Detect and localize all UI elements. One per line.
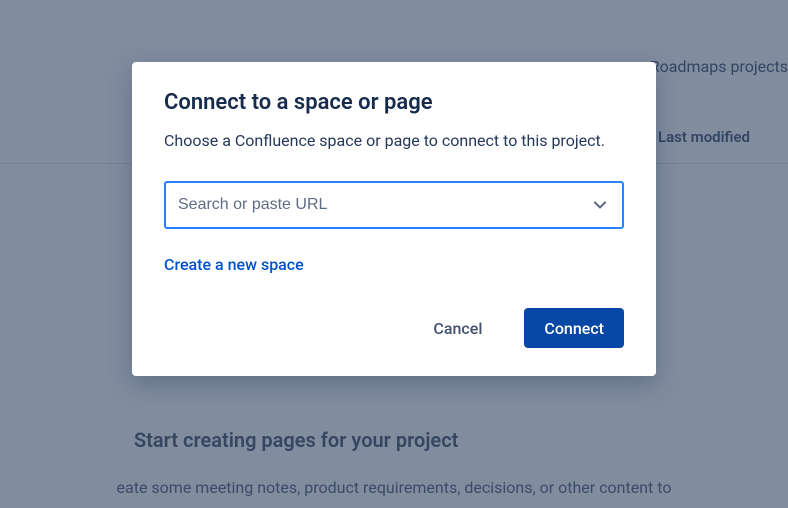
space-search-input[interactable] (178, 196, 590, 214)
connect-button[interactable]: Connect (524, 308, 624, 348)
connect-modal: Connect to a space or page Choose a Conf… (132, 62, 656, 376)
modal-actions: Cancel Connect (164, 308, 624, 348)
cancel-button[interactable]: Cancel (415, 308, 500, 348)
space-search-select[interactable] (164, 181, 624, 229)
modal-overlay: Connect to a space or page Choose a Conf… (0, 0, 788, 508)
modal-description: Choose a Confluence space or page to con… (164, 129, 624, 153)
modal-title: Connect to a space or page (164, 90, 624, 115)
create-space-link[interactable]: Create a new space (164, 255, 304, 274)
chevron-down-icon (590, 195, 610, 215)
